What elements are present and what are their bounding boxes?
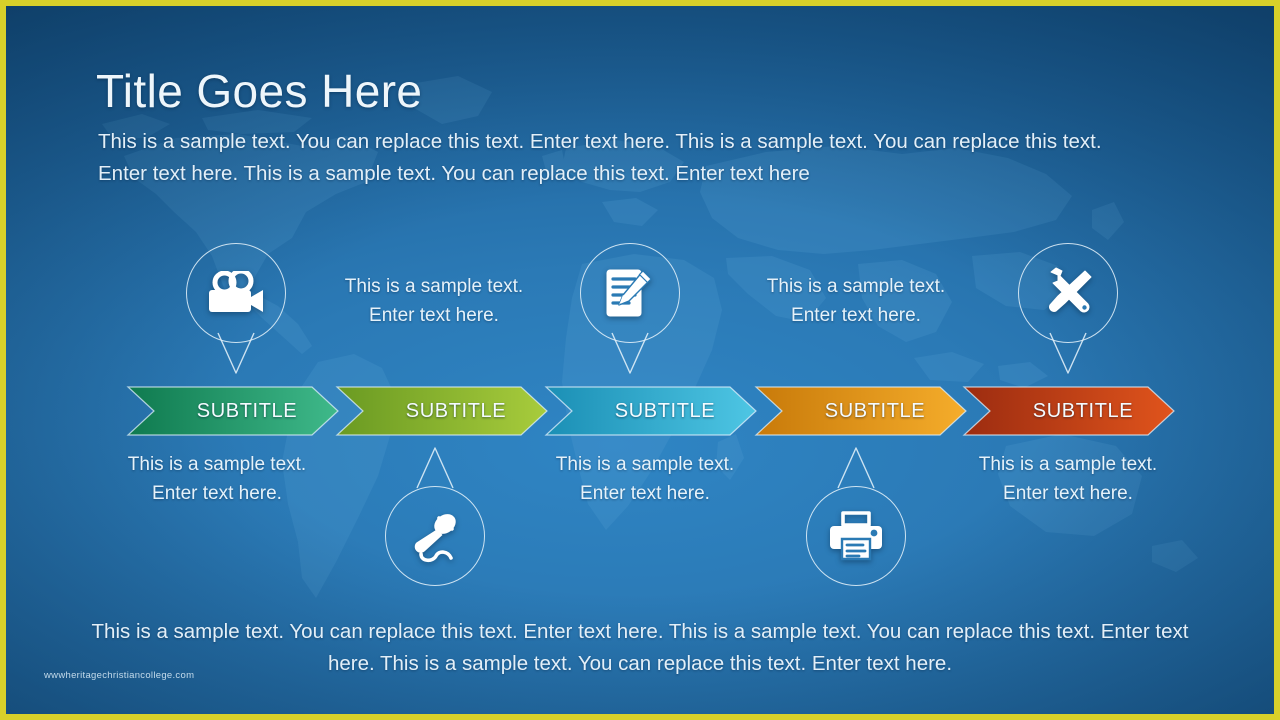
video-camera-icon — [186, 243, 286, 343]
notepad-pencil-icon — [580, 243, 680, 343]
icon-bubble-step-2[interactable] — [385, 447, 485, 586]
tools-icon — [1018, 243, 1118, 343]
slide-canvas: Title Goes Here This is a sample text. Y… — [6, 6, 1274, 714]
microphone-icon — [385, 486, 485, 586]
footer-paragraph: This is a sample text. You can replace t… — [91, 620, 1189, 675]
chevron-shape — [126, 386, 339, 436]
chevron-step-2[interactable]: SUBTITLE — [335, 386, 548, 436]
chevron-step-3[interactable]: SUBTITLE — [544, 386, 757, 436]
icon-bubble-step-3[interactable] — [580, 243, 680, 374]
chevron-step-1[interactable]: SUBTITLE — [126, 386, 339, 436]
step-description-3: This is a sample text. Enter text here. — [555, 454, 735, 504]
chevron-step-5[interactable]: SUBTITLE — [962, 386, 1175, 436]
watermark-text: wwwheritagechristiancollege.com — [44, 670, 195, 681]
chevron-shape — [335, 386, 548, 436]
chevron-shape — [544, 386, 757, 436]
icon-bubble-step-1[interactable] — [186, 243, 286, 374]
step-description-5: This is a sample text. Enter text here. — [978, 454, 1158, 504]
step-description-1: This is a sample text. Enter text here. — [127, 454, 307, 504]
step-description-2: This is a sample text. Enter text here. — [344, 276, 524, 326]
intro-paragraph: This is a sample text. You can replace t… — [98, 130, 1102, 185]
icon-bubble-step-4[interactable] — [806, 447, 906, 586]
chevron-shape — [962, 386, 1175, 436]
printer-icon — [806, 486, 906, 586]
page-title: Title Goes Here — [96, 65, 423, 117]
step-description-4: This is a sample text. Enter text here. — [766, 276, 946, 326]
chevron-step-4[interactable]: SUBTITLE — [754, 386, 967, 436]
icon-bubble-step-5[interactable] — [1018, 243, 1118, 374]
chevron-shape — [754, 386, 967, 436]
